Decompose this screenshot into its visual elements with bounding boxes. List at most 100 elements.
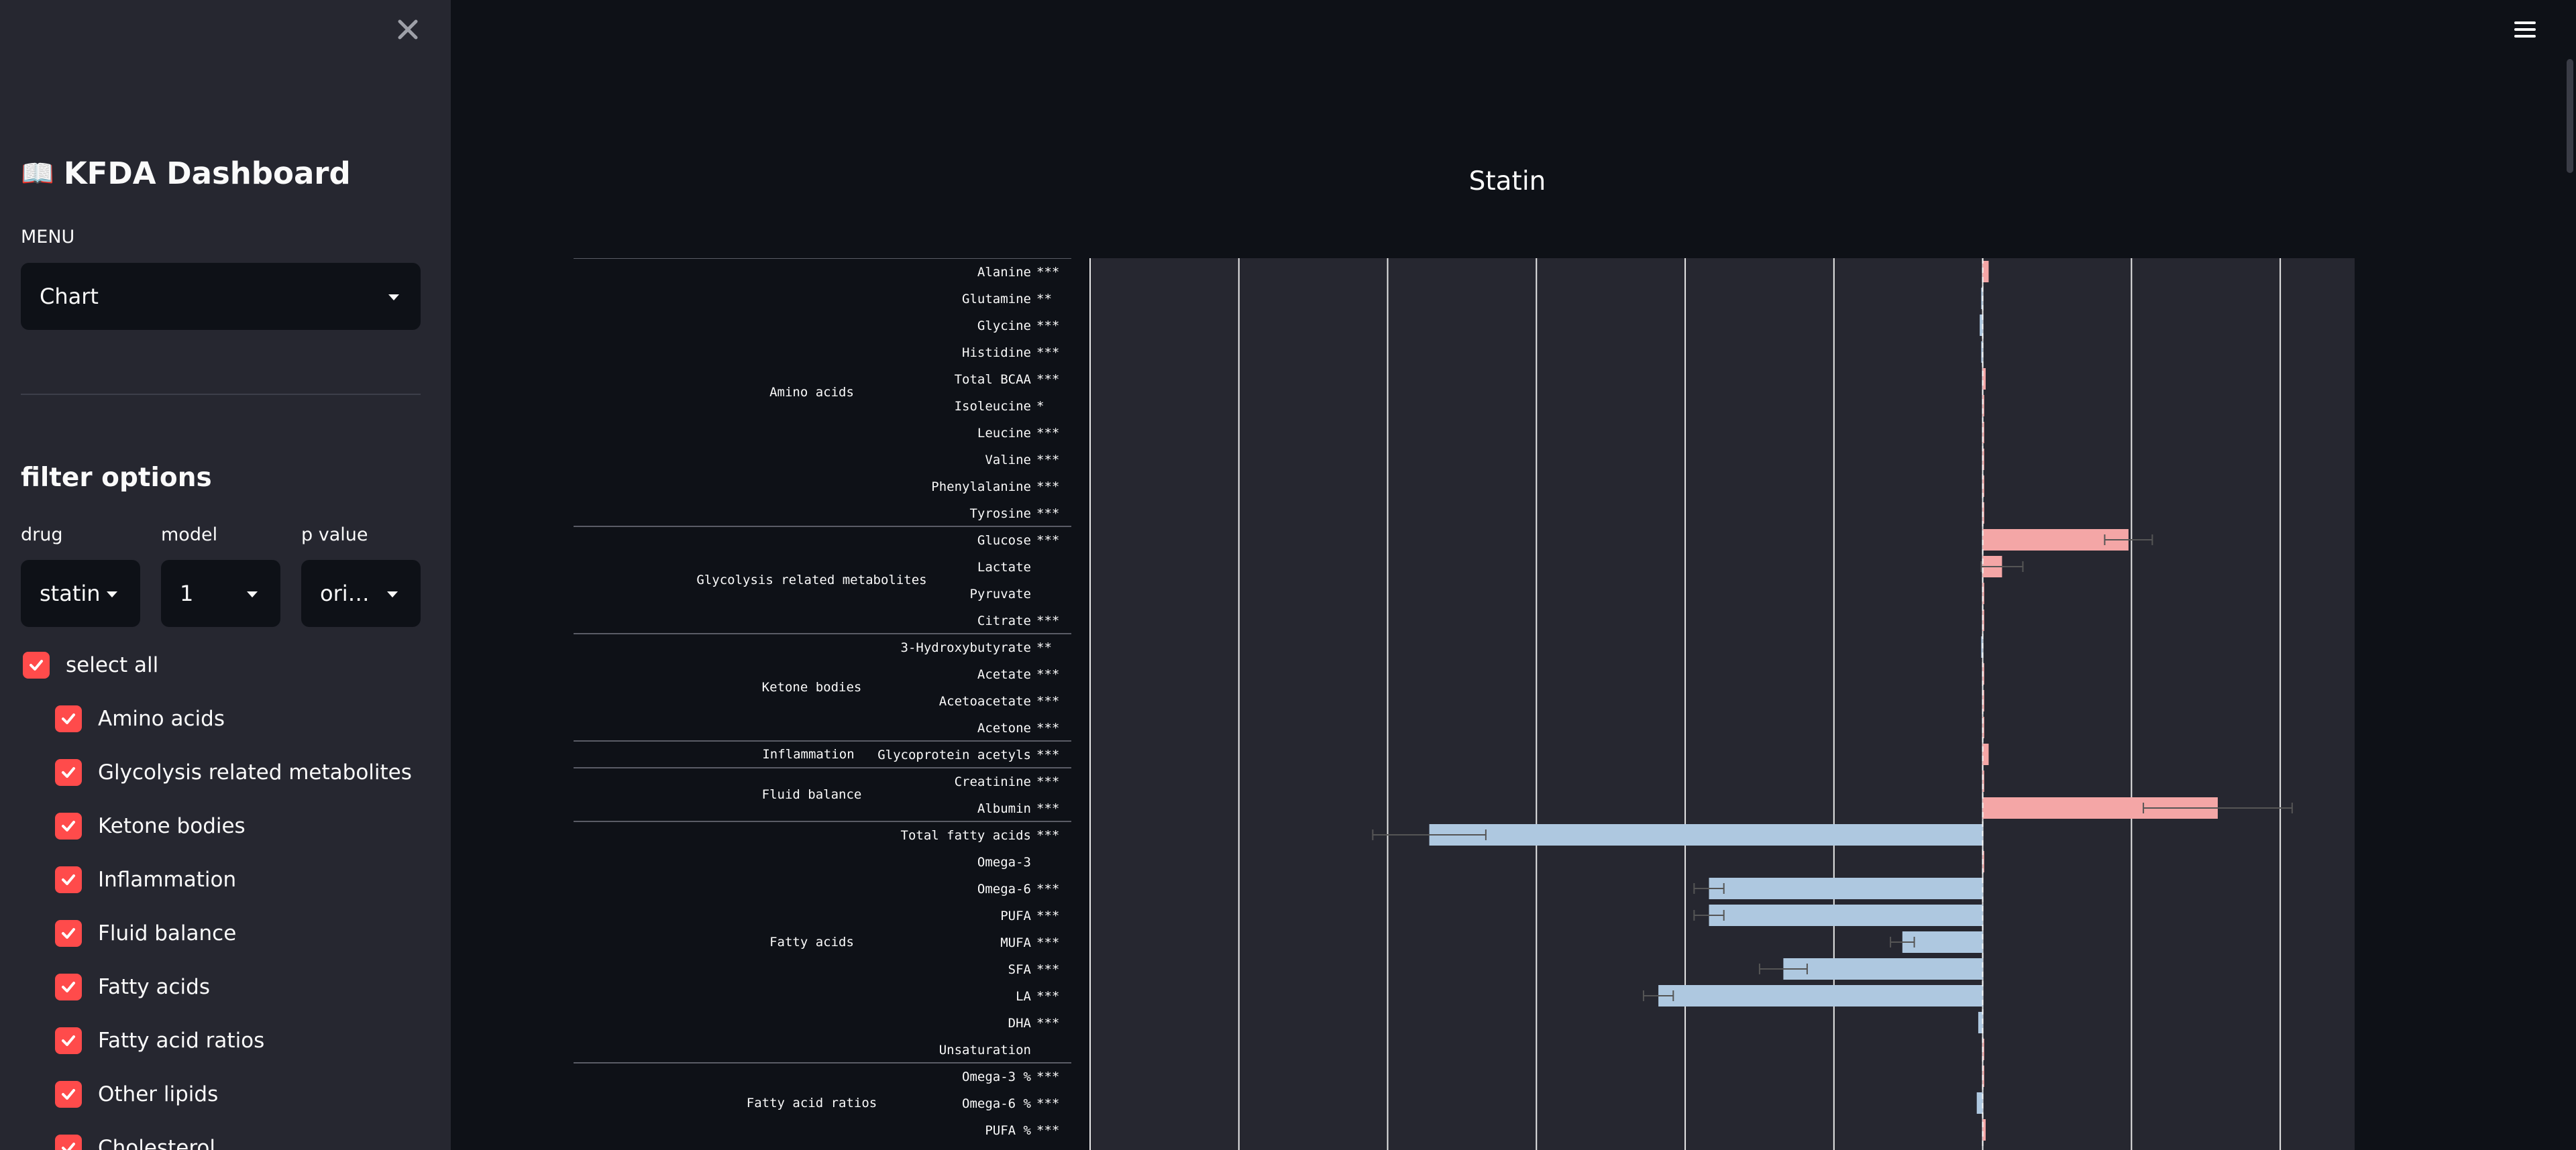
statin-bar-chart: Amino acids Glycolysis related metabolite…	[574, 258, 2355, 1150]
significance-label: ***	[1036, 1123, 1059, 1138]
scrollbar-thumb[interactable]	[2567, 59, 2573, 173]
significance-label: ***	[1036, 453, 1059, 467]
book-icon: 📖	[21, 158, 54, 189]
pvalue-label: p value	[301, 524, 368, 545]
row-label: Lactate	[977, 560, 1031, 575]
row-label: Total BCAA	[955, 372, 1032, 387]
checkbox-checked-icon[interactable]	[55, 1081, 82, 1108]
row-label: Isoleucine	[955, 399, 1031, 414]
row-label: Omega-6 %	[962, 1096, 1032, 1111]
group-label: Glycolysis related metabolites	[696, 573, 926, 587]
significance-label: ***	[1036, 962, 1059, 977]
significance-label: ***	[1036, 1016, 1059, 1031]
group-label: Fatty acids	[769, 935, 854, 950]
bar	[1976, 1092, 1983, 1114]
category-checkbox[interactable]: Fluid balance	[55, 920, 236, 947]
category-checkbox-label: Other lipids	[98, 1082, 219, 1106]
checkbox-checked-icon[interactable]	[55, 1135, 82, 1150]
checkbox-checked-icon[interactable]	[55, 759, 82, 786]
row-label: Albumin	[977, 801, 1031, 816]
pvalue-select[interactable]: ori…	[301, 560, 421, 627]
select-all-checkbox[interactable]: select all	[23, 652, 158, 679]
significance-label: ***	[1036, 506, 1059, 521]
checkbox-checked-icon[interactable]	[55, 974, 82, 1000]
group-label: Inflammation	[762, 747, 854, 762]
plot-background	[1090, 258, 2355, 1150]
row-label: Acetoacetate	[939, 694, 1031, 709]
row-label: PUFA	[1000, 909, 1031, 923]
row-label: Glutamine	[962, 292, 1031, 306]
group-label: Ketone bodies	[762, 680, 862, 695]
significance-label: ***	[1036, 372, 1059, 387]
row-label: Total fatty acids	[901, 828, 1031, 843]
group-label: Amino acids	[769, 385, 854, 400]
row-label: Acetate	[977, 667, 1031, 682]
category-checkbox[interactable]: Fatty acid ratios	[55, 1027, 264, 1054]
select-all-label: select all	[66, 653, 159, 677]
significance-label: ***	[1036, 319, 1059, 333]
row-label: PUFA %	[985, 1123, 1031, 1138]
checkbox-checked-icon[interactable]	[55, 866, 82, 893]
significance-label: ***	[1036, 1096, 1059, 1111]
close-icon[interactable]	[393, 15, 423, 44]
row-label: Glycoprotein acetyls	[877, 748, 1031, 762]
category-checkbox[interactable]: Cholesterol	[55, 1135, 215, 1150]
main-content: Statin Amino acids Glycolysis related met…	[451, 0, 2576, 1150]
significance-label: ***	[1036, 1070, 1059, 1084]
row-label: 3-Hydroxybutyrate	[901, 640, 1031, 655]
row-label: Histidine	[962, 345, 1031, 360]
category-checkbox[interactable]: Other lipids	[55, 1081, 218, 1108]
checkbox-checked-icon[interactable]	[55, 705, 82, 732]
bar	[1709, 878, 1983, 899]
category-checkbox[interactable]: Ketone bodies	[55, 813, 246, 840]
category-checkbox[interactable]: Glycolysis related metabolites	[55, 759, 412, 786]
significance-label: ***	[1036, 935, 1059, 950]
significance-label: ***	[1036, 426, 1059, 441]
row-label: Acetone	[977, 721, 1031, 736]
row-label: MUFA	[1000, 935, 1031, 950]
model-select-value: 1	[180, 581, 194, 606]
menu-select[interactable]: Chart	[21, 263, 421, 330]
row-label: Omega-3 %	[962, 1070, 1032, 1084]
row-label: Omega-3	[977, 855, 1031, 870]
row-label: Glucose	[977, 533, 1031, 548]
menu-label: MENU	[21, 227, 75, 247]
menu-select-value: Chart	[40, 284, 99, 309]
bar	[1982, 744, 1989, 765]
checkbox-checked-icon[interactable]	[55, 920, 82, 947]
hamburger-icon[interactable]	[2512, 19, 2538, 40]
row-label: Pyruvate	[969, 587, 1031, 601]
model-select[interactable]: 1	[161, 560, 280, 627]
group-label: Fluid balance	[762, 787, 862, 802]
checkbox-checked-icon[interactable]	[23, 652, 50, 679]
category-checkbox-label: Glycolysis related metabolites	[98, 760, 412, 785]
app-title: 📖 KFDA Dashboard	[21, 156, 351, 191]
row-label: Tyrosine	[969, 506, 1031, 521]
category-checkbox-label: Inflammation	[98, 868, 237, 892]
significance-label: *	[1036, 399, 1044, 414]
significance-label: ***	[1036, 265, 1059, 280]
drug-label: drug	[21, 524, 63, 545]
chevron-down-icon	[388, 294, 399, 300]
significance-label: ***	[1036, 345, 1059, 360]
checkbox-checked-icon[interactable]	[55, 1027, 82, 1054]
significance-label: ***	[1036, 989, 1059, 1004]
significance-label: ***	[1036, 721, 1059, 736]
pvalue-select-value: ori…	[320, 581, 370, 606]
category-checkbox-label: Ketone bodies	[98, 814, 246, 838]
bar	[1429, 824, 1983, 846]
significance-label: **	[1036, 292, 1052, 306]
checkbox-checked-icon[interactable]	[55, 813, 82, 840]
row-label: Omega-6	[977, 882, 1031, 897]
app-title-text: KFDA Dashboard	[63, 156, 351, 191]
category-checkbox[interactable]: Inflammation	[55, 866, 236, 893]
category-checkbox[interactable]: Amino acids	[55, 705, 225, 732]
significance-label: ***	[1036, 774, 1059, 789]
row-label: LA	[1016, 989, 1031, 1004]
drug-select[interactable]: statin	[21, 560, 140, 627]
significance-label: ***	[1036, 533, 1059, 548]
chevron-down-icon	[107, 591, 117, 597]
row-label: Creatinine	[955, 774, 1031, 789]
row-label: Valine	[985, 453, 1031, 467]
category-checkbox[interactable]: Fatty acids	[55, 974, 210, 1000]
